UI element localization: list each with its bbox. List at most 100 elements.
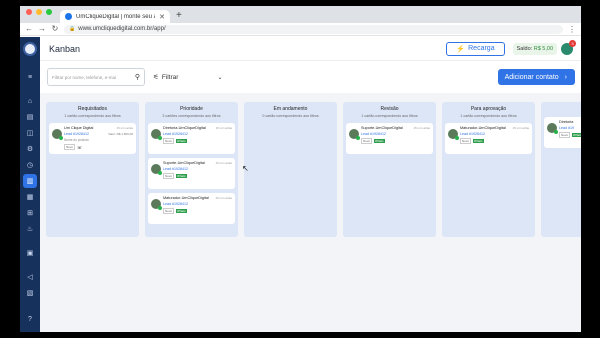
app-root: ≡ ⌂ ▤ ◫ ⚙ ◷ ▥ ▦ ⊞ ♨ ▣ ◁ ▧? Kanban ⚡ Recarga Saldo: R… <box>20 37 581 332</box>
fire-icon[interactable]: ♨ <box>23 222 37 236</box>
kanban-card[interactable]: Suporte-UmCliqueDigital Lead #1928412 No… <box>346 123 433 154</box>
card-lead-link[interactable]: Lead #19 <box>559 126 581 130</box>
url-text: www.umcliquedigital.com.br/app/ <box>78 26 166 32</box>
page-title: Kanban <box>49 43 81 54</box>
calendar-icon[interactable]: ▣ <box>23 246 37 260</box>
maximize-window-button[interactable] <box>46 9 52 15</box>
grid-icon[interactable]: ▦ <box>23 190 37 204</box>
whatsapp-badge: Whats <box>473 139 484 143</box>
column-subtitle: 1 cartão correspondendo aos filtros <box>460 114 517 118</box>
contact-avatar <box>151 164 162 175</box>
card-body: Diretoria Lead #19 Novo Whats <box>559 120 581 145</box>
chat-icon[interactable]: ◫ <box>23 126 37 140</box>
balance-badge: Saldo: R$ 5,00 <box>512 42 557 55</box>
clock-icon[interactable]: ◷ <box>23 158 37 172</box>
close-window-button[interactable] <box>26 9 32 15</box>
whatsapp-badge: Whats <box>572 133 581 137</box>
filter-label: Filtrar <box>161 73 179 81</box>
chevron-down-icon: ⌄ <box>217 74 223 81</box>
search-input[interactable]: Filtrar por nome, telefone, e-mai ⚲ <box>47 68 145 86</box>
status-badge: Novo <box>163 208 175 214</box>
forward-icon[interactable]: → <box>38 25 46 33</box>
card-tags: Novo Whats <box>559 132 581 138</box>
column-subtitle: 1 cartão correspondendo aos filtros <box>361 114 418 118</box>
card-tags: Novo ☏ <box>64 144 133 150</box>
card-lead-link[interactable]: Lead #1928412 <box>460 132 529 136</box>
document-icon[interactable]: ▤ <box>23 110 37 124</box>
column-subtitle: 1 cartão correspondendo aos filtros <box>64 114 121 118</box>
url-field[interactable]: 🔒 www.umcliquedigital.com.br/app/ <box>64 24 563 34</box>
kanban-icon[interactable]: ▥ <box>23 174 37 188</box>
home-icon[interactable]: ⌂ <box>23 94 37 108</box>
phone-icon: ☏ <box>77 144 83 150</box>
browser-tab[interactable]: UmCliqueDigital | monte seu ao ✕ <box>60 10 170 23</box>
chevron-right-icon: › <box>564 73 567 81</box>
app-logo[interactable] <box>23 42 37 56</box>
add-contact-button[interactable]: Adicionar contato › <box>497 69 575 85</box>
card-timestamp: 15 min atrás <box>215 161 232 165</box>
kanban-board: Requisitados 1 cartão correspondendo aos … <box>46 102 581 237</box>
whatsapp-badge: Whats <box>176 174 187 178</box>
card-timestamp: 15 min atrás <box>413 126 430 130</box>
card-timestamp: 15 min atrás <box>215 196 232 200</box>
contact-avatar <box>52 129 63 140</box>
browser-menu-icon[interactable]: ⋮ <box>568 25 576 34</box>
card-value: Valor: R$ 1.500,00 <box>108 132 133 136</box>
window-controls <box>20 9 60 20</box>
sidebar: ≡ ⌂ ▤ ◫ ⚙ ◷ ▥ ▦ ⊞ ♨ ▣ ◁ ▧? <box>20 37 40 332</box>
status-badge: Novo <box>559 132 571 138</box>
bolt-icon: ⚡ <box>456 45 466 53</box>
back-icon[interactable]: ← <box>25 25 33 33</box>
settings-icon[interactable]: ⚙ <box>23 142 37 156</box>
help-icon[interactable]: ? <box>23 312 37 326</box>
status-badge: Novo <box>64 144 76 150</box>
card-tags: Novo Whats <box>163 138 232 144</box>
column-subtitle: 0 cartão correspondendo aos filtros <box>262 114 319 118</box>
kanban-card[interactable]: Diretoria-UmCliqueDigital Lead #1928412 … <box>148 123 235 154</box>
status-badge: Novo <box>163 173 175 179</box>
column-title: Em andamento <box>273 106 308 112</box>
card-contact-name: Diretoria <box>559 120 574 124</box>
card-lead-link[interactable]: Lead #1928412 <box>163 132 232 136</box>
card-tags: Novo Whats <box>163 208 232 214</box>
minimize-window-button[interactable] <box>36 9 42 15</box>
card-lead-link[interactable]: Lead #1928412 <box>361 132 430 136</box>
whatsapp-badge: Whats <box>176 209 187 213</box>
card-tags: Novo Whats <box>361 138 430 144</box>
kanban-column: A Diretoria Lead #19 Novo Whats <box>541 102 581 237</box>
megaphone-icon[interactable]: ◁ <box>23 270 37 284</box>
kanban-card[interactable]: Um Clique Digital Lead #1928412 Nome do … <box>49 123 136 154</box>
report-icon[interactable]: ▧ <box>23 286 37 300</box>
card-timestamp: 15 min atrás <box>116 126 133 130</box>
column-title: A <box>544 106 581 112</box>
column-title: Para aprovação <box>470 106 507 112</box>
browser-window: UmCliqueDigital | monte seu ao ✕ + ← → ↻… <box>20 6 581 332</box>
kanban-column: Requisitados 1 cartão correspondendo aos … <box>46 102 139 237</box>
card-timestamp: 15 min atrás <box>512 126 529 130</box>
kanban-card[interactable]: Maturador-UmCliqueDigital Lead #1928412 … <box>148 193 235 224</box>
search-icon[interactable]: ⚲ <box>135 73 140 81</box>
kanban-card[interactable]: Diretoria Lead #19 Novo Whats <box>544 117 581 148</box>
kanban-column: Em andamento 0 cartão correspondendo aos … <box>244 102 337 237</box>
card-tags: Novo Whats <box>460 138 529 144</box>
kanban-card[interactable]: Maturador-UmCliqueDigital Lead #1928412 … <box>445 123 532 154</box>
close-tab-icon[interactable]: ✕ <box>159 13 165 21</box>
status-badge: Novo <box>163 138 175 144</box>
menu-icon[interactable]: ≡ <box>23 70 37 84</box>
balance-value: R$ 5,00 <box>533 45 553 52</box>
tags-icon[interactable]: ⊞ <box>23 206 37 220</box>
card-lead-link[interactable]: Lead #1928412 <box>163 202 232 206</box>
filter-dropdown[interactable]: ⚟ Filtrar ⌄ <box>153 73 498 82</box>
kanban-column: Para aprovação 1 cartão correspondendo ao… <box>442 102 535 237</box>
card-lead-link[interactable]: Lead #1928412 <box>163 167 232 171</box>
recharge-button[interactable]: ⚡ Recarga <box>446 41 505 56</box>
contact-avatar <box>151 199 162 210</box>
avatar[interactable]: 3 <box>561 39 576 55</box>
column-title: Revisão <box>380 106 399 112</box>
new-tab-button[interactable]: + <box>176 10 182 21</box>
reload-icon[interactable]: ↻ <box>51 25 59 33</box>
main-content: Kanban ⚡ Recarga Saldo: R$ 5,00 3 Filtra… <box>40 37 581 332</box>
kanban-card[interactable]: Suporte-UmCliqueDigital Lead #1928412 No… <box>148 158 235 189</box>
recharge-label: Recarga <box>468 45 495 52</box>
contact-avatar <box>448 129 459 140</box>
